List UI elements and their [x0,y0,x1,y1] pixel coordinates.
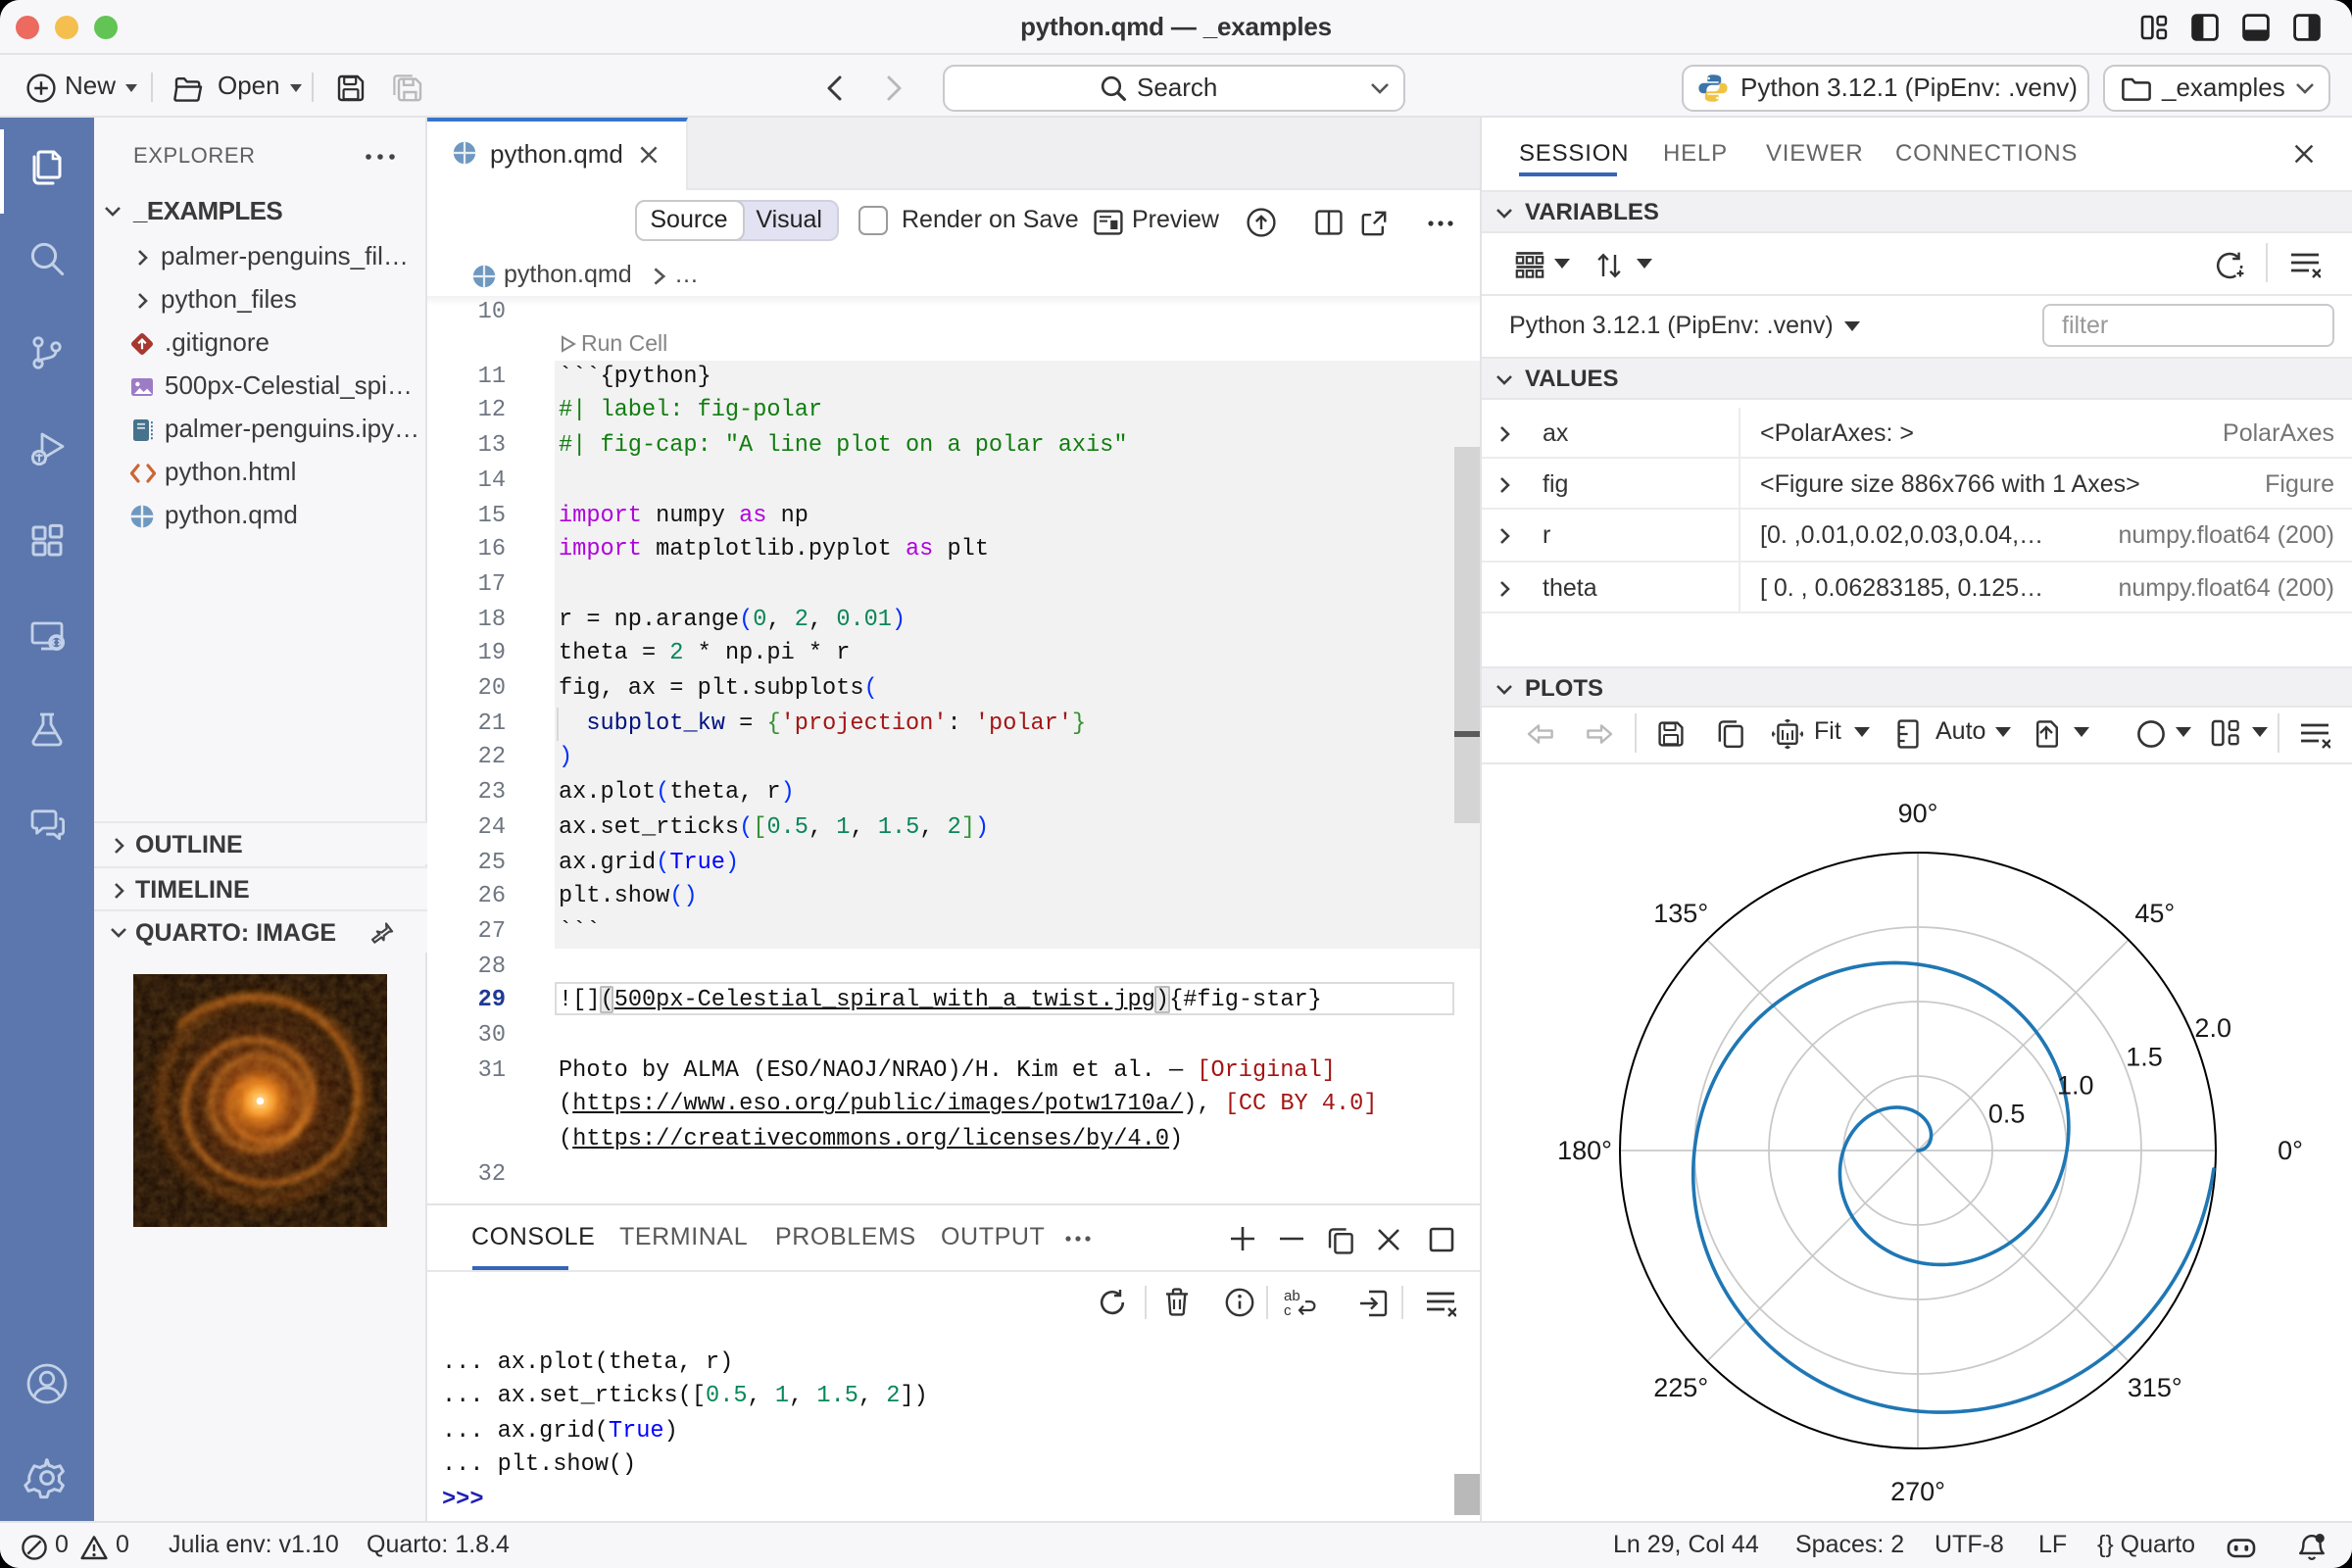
svg-text:0°: 0° [2278,1135,2303,1164]
svg-text:1.0: 1.0 [2057,1069,2094,1099]
svg-text:0.5: 0.5 [1988,1098,2026,1127]
svg-text:45°: 45° [2134,898,2175,927]
svg-text:225°: 225° [1653,1372,1708,1401]
svg-text:180°: 180° [1557,1135,1612,1164]
svg-text:315°: 315° [2128,1372,2182,1401]
svg-text:270°: 270° [1890,1476,1945,1505]
svg-text:90°: 90° [1898,798,1938,827]
svg-text:c: c [1284,1302,1292,1317]
svg-text:1.5: 1.5 [2126,1041,2163,1070]
svg-text:2.0: 2.0 [2194,1012,2231,1042]
svg-text:135°: 135° [1653,898,1708,927]
